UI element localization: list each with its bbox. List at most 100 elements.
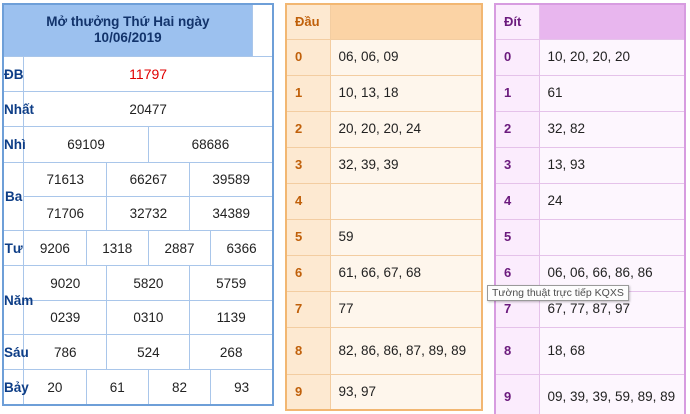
dit-row: 9 09, 39, 39, 59, 89, 89	[494, 373, 686, 414]
dau-key: 4	[285, 182, 331, 220]
dau-header: Đầu	[285, 3, 331, 40]
dau-value: 77	[329, 290, 483, 328]
results-title-date: 10/06/2019	[94, 30, 162, 46]
dit-value: 18, 68	[538, 326, 686, 375]
dau-key: 2	[285, 110, 331, 148]
dit-row: 1 61	[494, 74, 686, 112]
prize-value: 61	[85, 369, 149, 406]
dau-key: 8	[285, 326, 331, 375]
prize-row-third: Ba 71613 66267 39589	[2, 161, 274, 232]
prize-label: Năm	[2, 265, 33, 335]
prize-value: 71613	[23, 161, 108, 197]
dit-value: 13, 93	[538, 146, 686, 184]
prize-value: 2887	[147, 230, 212, 267]
prize-value: 20477	[23, 91, 274, 128]
prize-value: 82	[147, 369, 212, 406]
dau-row: 2 20, 20, 20, 24	[285, 110, 483, 148]
dau-value: 82, 86, 86, 87, 89, 89	[329, 326, 483, 375]
dau-key: 9	[285, 373, 331, 411]
dau-key: 6	[285, 254, 331, 292]
prize-value: 39589	[189, 161, 274, 197]
dau-value: 61, 66, 67, 68	[329, 254, 483, 292]
prize-value: 0310	[106, 299, 191, 335]
dau-value: 10, 13, 18	[329, 74, 483, 112]
prize-row-fifth-2: 0239 0310 1139	[3, 299, 274, 335]
prize-value: 9206	[23, 230, 87, 267]
dit-row: 5	[494, 218, 686, 256]
prize-label: Tư	[2, 230, 25, 267]
results-table: Mở thưởng Thứ Hai ngày 10/06/2019 ĐB 117…	[2, 3, 274, 406]
prize-value: 9020	[23, 265, 108, 301]
dau-row: 3 32, 39, 39	[285, 146, 483, 184]
prize-label: ĐB	[2, 55, 25, 93]
dit-value	[538, 218, 686, 256]
prize-value: 93	[210, 369, 274, 406]
dau-value: 32, 39, 39	[329, 146, 483, 184]
prize-value: 5759	[189, 265, 274, 301]
dit-value: 32, 82	[538, 110, 686, 148]
dit-value: 61	[538, 74, 686, 112]
dau-row: 7 77	[285, 290, 483, 328]
dau-value	[329, 182, 483, 220]
dit-row: 4 24	[494, 182, 686, 220]
dau-header-row: Đầu	[285, 3, 483, 40]
prize-label: Ba	[2, 161, 25, 232]
dau-value: 93, 97	[329, 373, 483, 411]
dit-key: 0	[494, 38, 540, 76]
prize-value: 71706	[23, 195, 108, 232]
dau-key: 3	[285, 146, 331, 184]
dau-value: 20, 20, 20, 24	[329, 110, 483, 148]
dau-key: 1	[285, 74, 331, 112]
dit-key: 5	[494, 218, 540, 256]
prize-value: 68686	[147, 126, 274, 163]
dit-key: 3	[494, 146, 540, 184]
prize-value: 20	[23, 369, 87, 406]
dau-row: 6 61, 66, 67, 68	[285, 254, 483, 292]
prize-label: Bảy	[2, 369, 29, 406]
prize-row-special: ĐB 11797	[2, 55, 274, 93]
dau-row: 9 93, 97	[285, 373, 483, 411]
dau-header-blank	[329, 3, 483, 40]
results-title: Mở thưởng Thứ Hai ngày 10/06/2019	[2, 3, 253, 57]
prize-value: 34389	[189, 195, 274, 232]
prize-value: 32732	[106, 195, 191, 232]
dau-key: 5	[285, 218, 331, 256]
prize-label: Nhì	[2, 126, 26, 163]
dit-key: 4	[494, 182, 540, 220]
dit-key: 2	[494, 110, 540, 148]
dau-key: 7	[285, 290, 331, 328]
dit-value: 09, 39, 39, 59, 89, 89	[538, 373, 686, 414]
dau-row: 8 82, 86, 86, 87, 89, 89	[285, 326, 483, 375]
dau-row: 5 59	[285, 218, 483, 256]
dau-row: 4	[285, 182, 483, 220]
prize-value: 69109	[23, 126, 149, 163]
prize-value: 786	[23, 333, 108, 371]
prize-row-sixth: Sáu 786 524 268	[2, 333, 274, 371]
prize-value: 1139	[189, 299, 274, 335]
dit-row: 8 18, 68	[494, 326, 686, 375]
dit-header: Đít	[494, 3, 540, 40]
prize-row-seventh: Bảy 20 61 82 93	[2, 369, 274, 406]
prize-value: 6366	[210, 230, 274, 267]
prize-value: 66267	[106, 161, 191, 197]
prize-value: 268	[189, 333, 274, 371]
dit-row: 2 32, 82	[494, 110, 686, 148]
prize-value: 11797	[23, 55, 274, 93]
prize-row-first: Nhất 20477	[2, 91, 274, 128]
prize-label: Sáu	[2, 333, 29, 371]
dit-value: 24	[538, 182, 686, 220]
prize-value: 0239	[23, 299, 108, 335]
prize-row-fourth: Tư 9206 1318 2887 6366	[2, 230, 274, 267]
dit-header-row: Đít	[494, 3, 686, 40]
dau-value: 59	[329, 218, 483, 256]
dau-table: Đầu 0 06, 06, 09 1 10, 13, 18 2 20, 20, 20,…	[285, 3, 483, 411]
dit-row: 3 13, 93	[494, 146, 686, 184]
prize-value: 1318	[85, 230, 149, 267]
results-title-line1: Mở thưởng Thứ Hai ngày	[46, 14, 210, 30]
dit-value: 10, 20, 20, 20	[538, 38, 686, 76]
prize-label: Nhất	[2, 91, 34, 128]
dit-key: 1	[494, 74, 540, 112]
dau-value: 06, 06, 09	[329, 38, 483, 76]
dit-table: Đít 0 10, 20, 20, 20 1 61 2 32, 82 3 13, 93 …	[494, 3, 686, 414]
prize-row-fifth: Năm 9020 5820 5759	[2, 265, 274, 335]
